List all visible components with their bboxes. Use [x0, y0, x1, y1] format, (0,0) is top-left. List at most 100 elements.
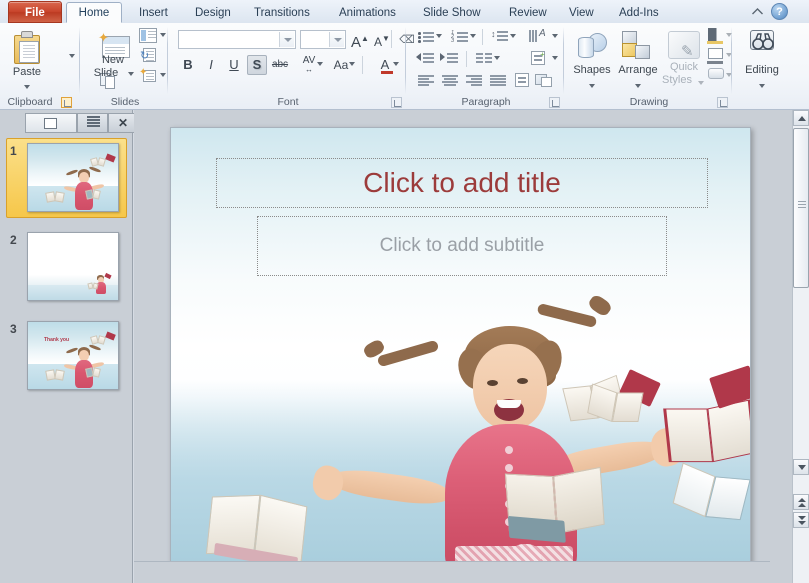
tab-add-ins[interactable]: Add-Ins	[608, 2, 670, 23]
bullets-caret[interactable]	[436, 34, 442, 38]
numbering-button[interactable]: 1 2 3	[450, 28, 470, 46]
convert-to-smartart-button[interactable]: +	[528, 50, 552, 68]
tab-insert[interactable]: Insert	[128, 2, 179, 23]
font-color-button[interactable]: A	[370, 55, 400, 75]
clipboard-dialog-launcher[interactable]	[61, 97, 72, 108]
bold-button[interactable]: B	[178, 55, 198, 75]
font-name-combobox[interactable]	[178, 30, 296, 49]
quick-styles-button[interactable]: ✎ Quick Styles	[660, 25, 708, 93]
strikethrough-button[interactable]: abc	[270, 55, 290, 75]
shapes-button[interactable]: Shapes	[568, 25, 616, 93]
copy-dropdown-caret[interactable]	[69, 54, 75, 58]
tab-design[interactable]: Design	[184, 2, 242, 23]
editing-caret[interactable]	[759, 84, 765, 88]
font-name-dropdown-arrow[interactable]	[279, 32, 294, 47]
text-direction-caret[interactable]	[552, 34, 558, 38]
format-painter-button[interactable]: 🖌	[46, 67, 115, 128]
tab-slides-pane[interactable]	[25, 113, 77, 133]
tab-animations[interactable]: Animations	[328, 2, 407, 23]
tab-slide-show[interactable]: Slide Show	[412, 2, 492, 23]
change-case-button[interactable]: Aa	[326, 55, 356, 75]
next-slide-button[interactable]	[793, 512, 809, 528]
columns-caret[interactable]	[494, 56, 500, 60]
tab-outline-pane[interactable]	[77, 113, 108, 133]
grow-font-button[interactable]: A▲	[350, 29, 370, 51]
change-case-icon: Aa	[333, 58, 349, 72]
reset-button[interactable]: ↻	[138, 47, 164, 65]
align-center-button[interactable]	[440, 72, 460, 90]
columns-button[interactable]	[474, 50, 494, 68]
character-spacing-button[interactable]: AV ↔	[294, 55, 324, 75]
cut-button[interactable]: ✂	[48, 27, 115, 49]
shape-fill-button[interactable]: █	[706, 27, 726, 45]
quick-styles-caret[interactable]	[698, 81, 704, 85]
close-panel-button[interactable]: ✕	[108, 113, 136, 133]
title-placeholder[interactable]: Click to add title	[216, 158, 708, 208]
paragraph-dialog-launcher[interactable]	[549, 97, 560, 108]
paste-button[interactable]: Paste	[4, 25, 50, 93]
copy-button[interactable]	[48, 47, 115, 89]
tab-add-ins-label: Add-Ins	[619, 7, 659, 19]
paste-dropdown-caret[interactable]	[24, 85, 30, 89]
drawing-dialog-launcher[interactable]	[717, 97, 728, 108]
font-size-dropdown-arrow[interactable]	[329, 32, 344, 47]
previous-slide-button[interactable]	[793, 494, 809, 510]
smartart-caret[interactable]	[552, 56, 558, 60]
shapes-caret[interactable]	[589, 84, 595, 88]
italic-button[interactable]: I	[201, 55, 221, 75]
new-slide-dropdown-caret[interactable]	[128, 72, 134, 76]
tab-transitions[interactable]: Transitions	[243, 2, 321, 23]
character-spacing-caret[interactable]	[317, 62, 323, 66]
section-button[interactable]: ✦	[138, 67, 168, 85]
align-left-button[interactable]	[416, 72, 436, 90]
editing-button[interactable]: Editing	[738, 25, 786, 93]
increase-indent-button[interactable]	[440, 50, 460, 68]
slide-thumbnail-list[interactable]: 1 2 3 Thank you	[0, 134, 127, 583]
thumbnail-3-text: Thank you	[44, 337, 70, 343]
arrange-caret[interactable]	[635, 84, 641, 88]
font-size-combobox[interactable]	[300, 30, 346, 49]
font-color-caret[interactable]	[393, 62, 399, 66]
subtitle-placeholder[interactable]: Click to add subtitle	[257, 216, 667, 276]
tab-view[interactable]: View	[558, 2, 605, 23]
justify-button[interactable]	[488, 72, 508, 90]
line-spacing-button[interactable]: ↕	[490, 28, 510, 46]
align-text-button[interactable]	[512, 72, 532, 90]
layout-icon	[139, 28, 157, 43]
font-dialog-launcher[interactable]	[391, 97, 402, 108]
shrink-font-button[interactable]: A▼	[372, 29, 392, 49]
vertical-scrollbar[interactable]	[792, 110, 809, 583]
help-icon[interactable]: ?	[771, 3, 788, 20]
decrease-indent-button[interactable]	[416, 50, 436, 68]
tab-home[interactable]: Home	[66, 2, 122, 23]
slide-thumbnail-panel: ✕ 1 2 3 Thank you	[0, 110, 136, 583]
thumbnail-slide-3[interactable]: 3 Thank you	[0, 316, 127, 398]
shape-outline-button[interactable]	[706, 47, 726, 65]
text-shadow-button[interactable]: S	[247, 55, 267, 75]
ribbon-right-controls: ?	[751, 3, 803, 21]
layout-dropdown-caret[interactable]	[160, 33, 166, 37]
section-dropdown-caret[interactable]	[160, 73, 166, 77]
shape-effects-button[interactable]	[706, 67, 726, 85]
shapes-icon	[576, 31, 608, 61]
scroll-down-button[interactable]	[793, 459, 809, 475]
numbering-caret[interactable]	[470, 34, 476, 38]
underline-button[interactable]: U	[224, 55, 244, 75]
thumbnail-slide-1[interactable]: 1	[0, 138, 127, 220]
scroll-up-button[interactable]	[793, 110, 809, 126]
shape-outline-icon	[708, 48, 723, 59]
tab-file[interactable]: File	[8, 1, 62, 23]
change-case-caret[interactable]	[349, 62, 355, 66]
chevron-up-icon[interactable]	[751, 6, 764, 17]
tab-review[interactable]: Review	[498, 2, 558, 23]
align-right-button[interactable]	[464, 72, 484, 90]
current-slide[interactable]: Click to add title Click to add subtitle	[170, 127, 751, 564]
bullets-button[interactable]	[416, 28, 436, 46]
thumbnail-slide-2[interactable]: 2	[0, 227, 127, 309]
text-box-button[interactable]	[534, 72, 556, 90]
line-spacing-caret[interactable]	[510, 34, 516, 38]
text-direction-button[interactable]: A	[528, 28, 552, 46]
scrollbar-thumb[interactable]	[793, 128, 809, 288]
new-slide-button[interactable]: ✦ New Slide	[88, 25, 138, 93]
layout-button[interactable]	[138, 27, 168, 45]
